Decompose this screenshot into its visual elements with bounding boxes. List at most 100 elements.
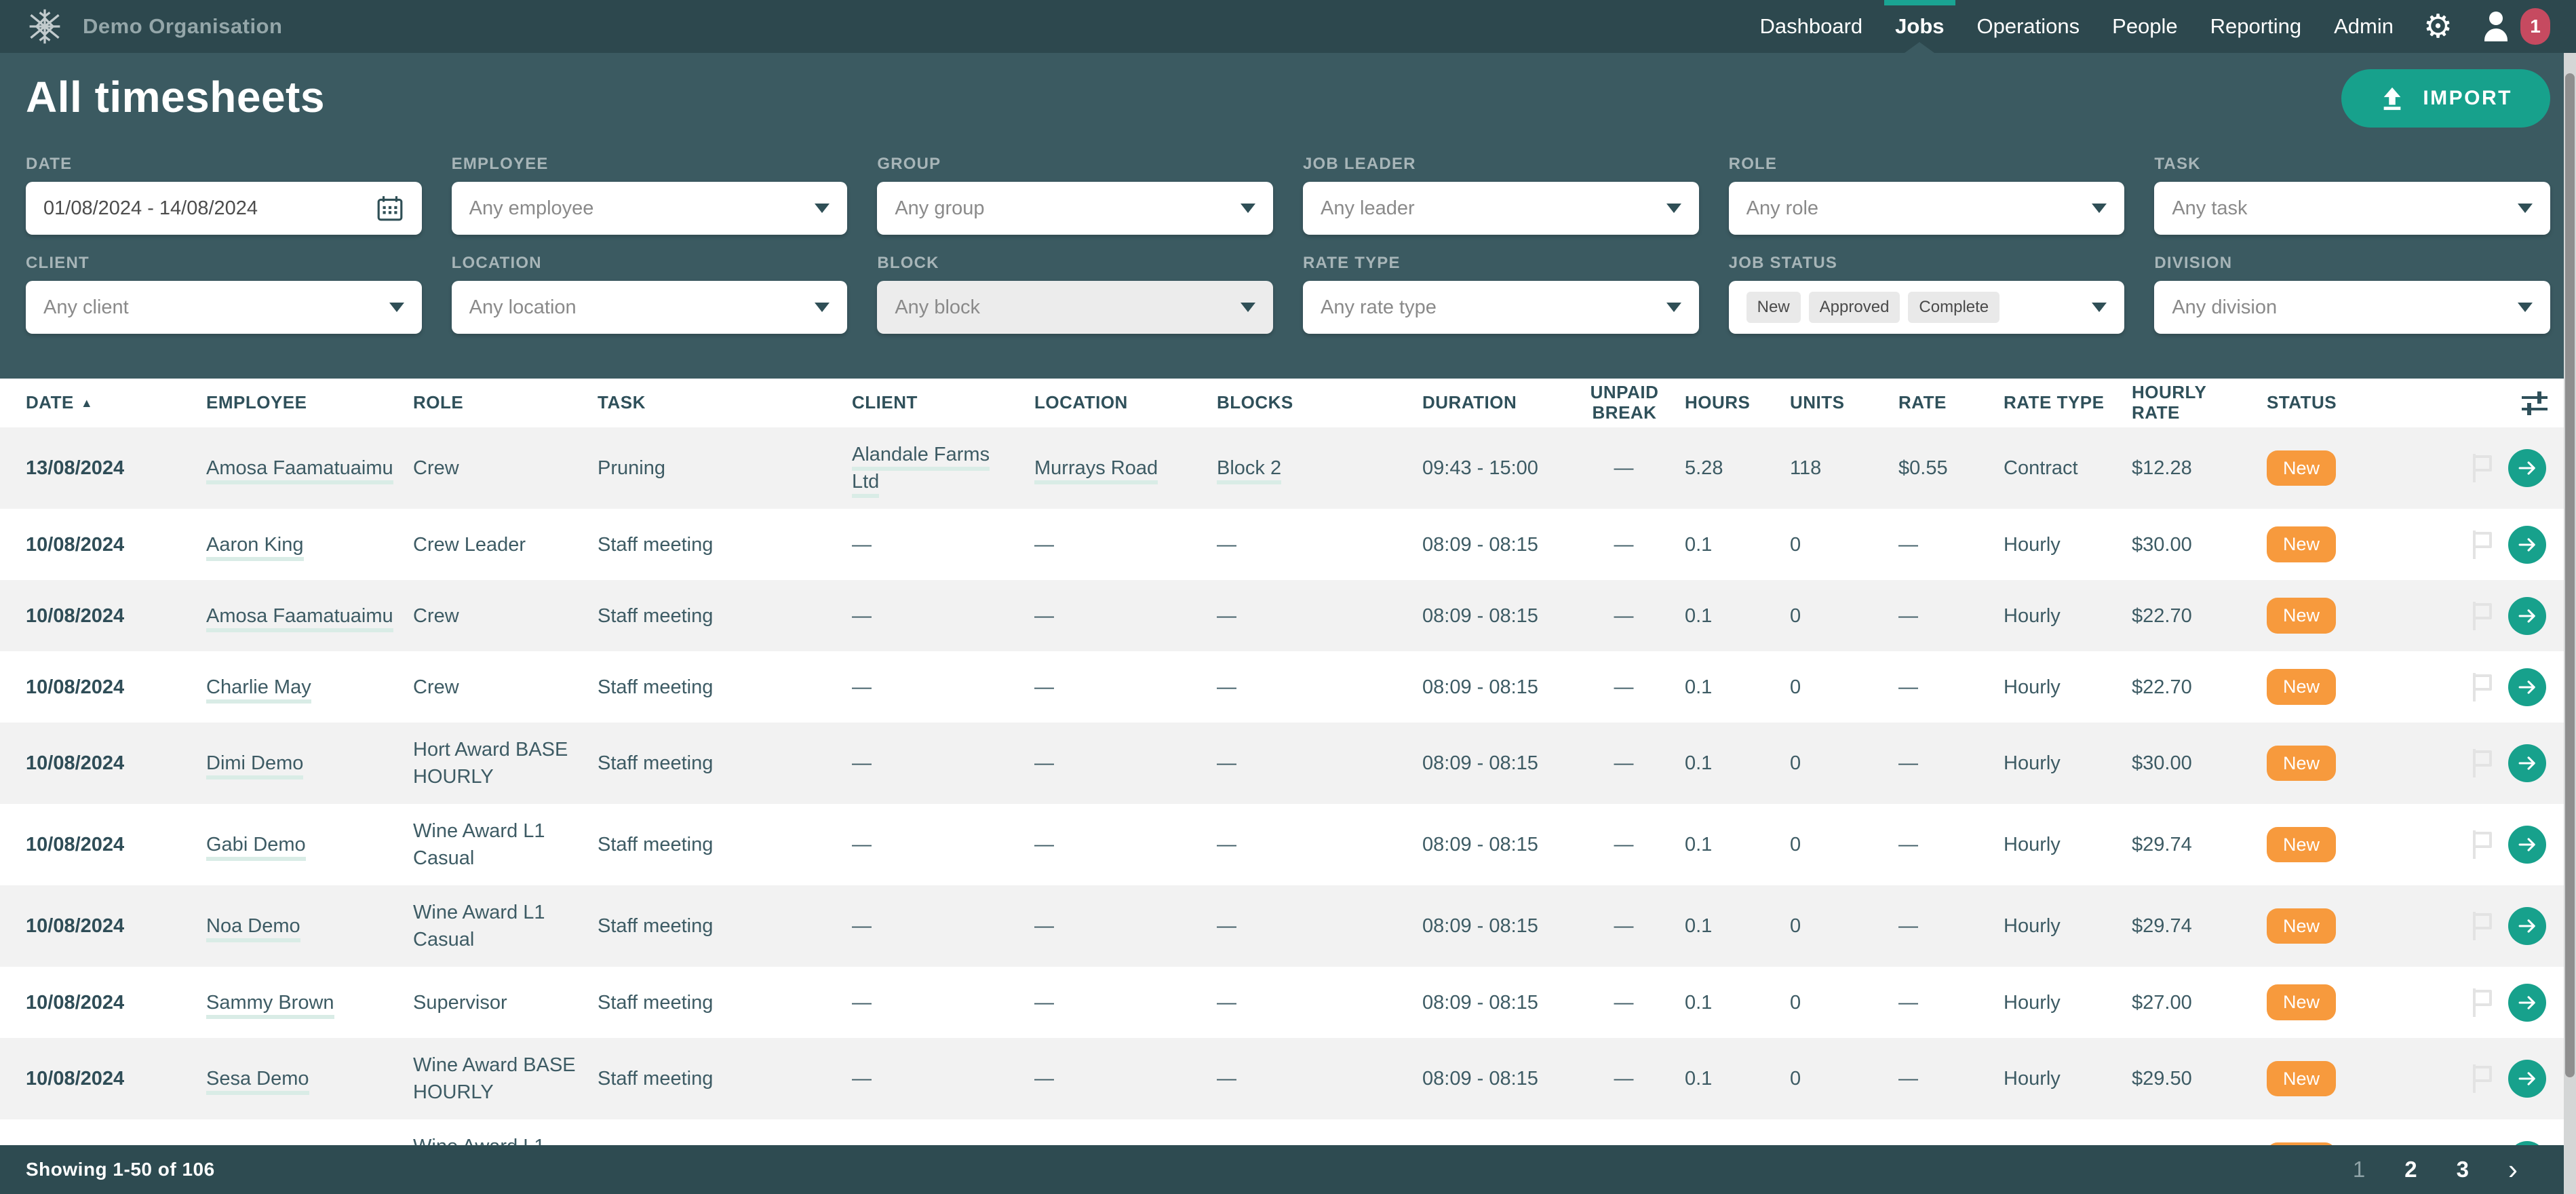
cell-employee[interactable]: Dimi Demo xyxy=(206,750,413,777)
table-row[interactable]: 13/08/2024 Amosa Faamatuaimu Crew Prunin… xyxy=(0,427,2576,509)
cell-blocks[interactable]: — xyxy=(1217,602,1422,630)
column-header-task[interactable]: TASK xyxy=(598,393,852,413)
open-timesheet-button[interactable] xyxy=(2508,984,2546,1022)
scrollbar-thumb[interactable] xyxy=(2565,73,2575,1077)
cell-blocks[interactable]: — xyxy=(1217,1065,1422,1092)
nav-item-operations[interactable]: Operations xyxy=(1961,0,2096,53)
cell-client[interactable]: — xyxy=(852,602,1034,630)
table-row[interactable]: 10/08/2024 Noa Demo Wine Award L1 Casual… xyxy=(0,885,2576,967)
table-row[interactable]: 10/08/2024 Dimi Demo Hort Award BASE HOU… xyxy=(0,723,2576,804)
page-button-3[interactable]: 3 xyxy=(2457,1157,2469,1182)
open-timesheet-button[interactable] xyxy=(2508,668,2546,706)
flag-button[interactable] xyxy=(2470,987,2493,1018)
open-timesheet-button[interactable] xyxy=(2508,597,2546,635)
cell-employee[interactable]: Sesa Demo xyxy=(206,1065,413,1092)
flag-button[interactable] xyxy=(2470,529,2493,560)
group-select[interactable]: Any group xyxy=(877,182,1273,235)
table-row[interactable]: 10/08/2024 Gabi Demo Wine Award L1 Casua… xyxy=(0,804,2576,885)
cell-location[interactable]: — xyxy=(1034,674,1217,701)
cell-blocks[interactable]: — xyxy=(1217,989,1422,1016)
cell-location[interactable]: — xyxy=(1034,531,1217,558)
open-timesheet-button[interactable] xyxy=(2508,744,2546,782)
cell-blocks[interactable]: Block 2 xyxy=(1217,455,1422,482)
column-header-location[interactable]: LOCATION xyxy=(1034,393,1217,413)
nav-item-reporting[interactable]: Reporting xyxy=(2194,0,2318,53)
flag-button[interactable] xyxy=(2470,829,2493,860)
column-header-rate-type[interactable]: RATE TYPE xyxy=(2004,393,2132,413)
flag-button[interactable] xyxy=(2470,1063,2493,1094)
cell-employee[interactable]: Aaron King xyxy=(206,531,413,558)
column-header-status[interactable]: STATUS xyxy=(2267,393,2368,413)
role-select[interactable]: Any role xyxy=(1729,182,2125,235)
cell-location[interactable]: Murrays Road xyxy=(1034,455,1217,482)
cell-client[interactable]: — xyxy=(852,1065,1034,1092)
cell-location[interactable]: — xyxy=(1034,831,1217,858)
open-timesheet-button[interactable] xyxy=(2508,1060,2546,1098)
date-range-input[interactable]: 01/08/2024 - 14/08/2024 xyxy=(26,182,422,235)
nav-item-admin[interactable]: Admin xyxy=(2318,0,2410,53)
flag-button[interactable] xyxy=(2470,672,2493,703)
next-page-button[interactable]: › xyxy=(2508,1155,2518,1184)
table-row[interactable]: 10/08/2024 Aaron King Crew Leader Staff … xyxy=(0,509,2576,580)
cell-location[interactable]: — xyxy=(1034,989,1217,1016)
job-status-select[interactable]: New Approved Complete xyxy=(1729,281,2125,334)
table-row[interactable]: 10/08/2024 Sammy Brown Supervisor Staff … xyxy=(0,967,2576,1038)
nav-item-dashboard[interactable]: Dashboard xyxy=(1743,0,1879,53)
cell-client[interactable]: — xyxy=(852,912,1034,940)
cell-blocks[interactable]: — xyxy=(1217,912,1422,940)
location-select[interactable]: Any location xyxy=(452,281,848,334)
client-select[interactable]: Any client xyxy=(26,281,422,334)
cell-blocks[interactable]: — xyxy=(1217,674,1422,701)
table-row[interactable]: 10/08/2024 Sola Demo Wine Award L1 Casua… xyxy=(0,1119,2576,1145)
open-timesheet-button[interactable] xyxy=(2508,526,2546,564)
flag-button[interactable] xyxy=(2470,452,2493,484)
nav-item-jobs[interactable]: Jobs xyxy=(1879,0,1960,53)
open-timesheet-button[interactable] xyxy=(2508,826,2546,864)
column-header-role[interactable]: ROLE xyxy=(413,393,598,413)
columns-config-button[interactable] xyxy=(2368,389,2550,417)
column-header-blocks[interactable]: BLOCKS xyxy=(1217,393,1422,413)
cell-client[interactable]: — xyxy=(852,674,1034,701)
cell-employee[interactable]: Noa Demo xyxy=(206,912,413,940)
cell-client[interactable]: — xyxy=(852,989,1034,1016)
column-header-hourly-rate[interactable]: HOURLY RATE xyxy=(2132,383,2267,423)
column-header-employee[interactable]: EMPLOYEE xyxy=(206,393,413,413)
block-select[interactable]: Any block xyxy=(877,281,1273,334)
task-select[interactable]: Any task xyxy=(2154,182,2550,235)
gear-icon[interactable]: ⚙ xyxy=(2410,0,2466,53)
cell-client[interactable]: — xyxy=(852,831,1034,858)
rate-type-select[interactable]: Any rate type xyxy=(1303,281,1699,334)
open-timesheet-button[interactable] xyxy=(2508,907,2546,945)
job-leader-select[interactable]: Any leader xyxy=(1303,182,1699,235)
cell-client[interactable]: — xyxy=(852,750,1034,777)
cell-employee[interactable]: Sammy Brown xyxy=(206,989,413,1016)
column-header-hours[interactable]: HOURS xyxy=(1685,393,1790,413)
column-header-duration[interactable]: DURATION xyxy=(1422,393,1576,413)
import-button[interactable]: IMPORT xyxy=(2341,69,2550,128)
cell-blocks[interactable]: — xyxy=(1217,831,1422,858)
division-select[interactable]: Any division xyxy=(2154,281,2550,334)
column-header-unpaid-break[interactable]: UNPAID BREAK xyxy=(1576,383,1685,423)
flag-button[interactable] xyxy=(2470,748,2493,779)
cell-location[interactable]: — xyxy=(1034,912,1217,940)
user-icon[interactable] xyxy=(2481,12,2511,41)
notification-badge[interactable]: 1 xyxy=(2520,8,2550,45)
cell-location[interactable]: — xyxy=(1034,602,1217,630)
table-row[interactable]: 10/08/2024 Charlie May Crew Staff meetin… xyxy=(0,651,2576,723)
cell-blocks[interactable]: — xyxy=(1217,531,1422,558)
cell-location[interactable]: — xyxy=(1034,1065,1217,1092)
employee-select[interactable]: Any employee xyxy=(452,182,848,235)
cell-client[interactable]: Alandale Farms Ltd xyxy=(852,441,1034,495)
cell-employee[interactable]: Amosa Faamatuaimu xyxy=(206,455,413,482)
column-header-date[interactable]: DATE ▲ xyxy=(26,393,206,413)
column-header-rate[interactable]: RATE xyxy=(1898,393,2004,413)
cell-employee[interactable]: Amosa Faamatuaimu xyxy=(206,602,413,630)
column-header-units[interactable]: UNITS xyxy=(1790,393,1898,413)
flag-button[interactable] xyxy=(2470,910,2493,942)
cell-employee[interactable]: Charlie May xyxy=(206,674,413,701)
page-button-1[interactable]: 1 xyxy=(2353,1157,2365,1182)
table-row[interactable]: 10/08/2024 Sesa Demo Wine Award BASE HOU… xyxy=(0,1038,2576,1119)
column-header-client[interactable]: CLIENT xyxy=(852,393,1034,413)
flag-button[interactable] xyxy=(2470,600,2493,632)
cell-blocks[interactable]: — xyxy=(1217,750,1422,777)
